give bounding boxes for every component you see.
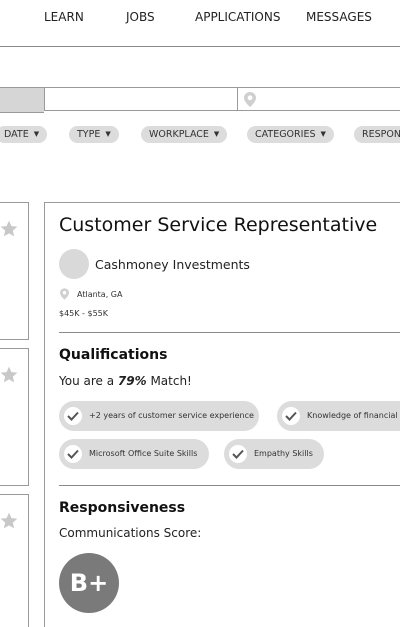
- filter-responsiveness-label: RESPON: [362, 129, 400, 140]
- skill-label: Knowledge of financial m: [307, 411, 400, 420]
- company-logo: [59, 249, 89, 279]
- skill-label: Microsoft Office Suite Skills: [89, 449, 198, 458]
- nav-applications[interactable]: APPLICATIONS: [195, 10, 280, 24]
- filter-categories[interactable]: CATEGORIES ▼: [247, 126, 334, 143]
- communications-grade-badge: B+: [59, 553, 119, 613]
- nav-messages[interactable]: MESSAGES: [306, 10, 372, 24]
- job-location: Atlanta, GA: [77, 290, 123, 299]
- chevron-down-icon: ▼: [105, 130, 111, 138]
- nav-learn[interactable]: LEARN: [44, 10, 84, 24]
- skill-chip: +2 years of customer service experience: [59, 401, 259, 431]
- match-suffix: Match!: [146, 374, 192, 388]
- filter-categories-label: CATEGORIES: [255, 129, 316, 140]
- star-icon[interactable]: [0, 365, 19, 385]
- qualifications-title: Qualifications: [59, 347, 168, 363]
- check-icon: [64, 445, 82, 463]
- filter-date-label: DATE: [4, 129, 29, 140]
- filter-date[interactable]: DATE ▼: [0, 126, 48, 143]
- filter-type-label: TYPE: [77, 129, 101, 140]
- filter-responsiveness[interactable]: RESPON: [354, 126, 400, 143]
- skill-chip: Microsoft Office Suite Skills: [59, 439, 209, 469]
- job-salary: $45K - $55K: [59, 309, 109, 318]
- skill-chip: Empathy Skills: [224, 439, 324, 469]
- nav-jobs[interactable]: JOBS: [126, 10, 155, 24]
- match-prefix: You are a: [59, 374, 118, 388]
- skill-label: Empathy Skills: [254, 449, 313, 458]
- nav-divider: [0, 46, 400, 47]
- chevron-down-icon: ▼: [33, 130, 40, 138]
- chevron-down-icon: ▼: [320, 130, 326, 138]
- skill-chip: Knowledge of financial m: [277, 401, 400, 431]
- check-icon: [229, 445, 247, 463]
- location-pin-icon: [60, 288, 69, 300]
- chevron-down-icon: ▼: [213, 130, 220, 138]
- match-value: 79%: [117, 374, 147, 388]
- filter-workplace[interactable]: WORKPLACE ▼: [141, 126, 228, 143]
- section-divider: [59, 332, 400, 333]
- star-icon[interactable]: [0, 511, 19, 531]
- job-card[interactable]: [0, 202, 29, 340]
- check-icon: [64, 407, 82, 425]
- company-name[interactable]: Cashmoney Investments: [95, 257, 250, 272]
- match-text: You are a 79% Match!: [59, 374, 192, 388]
- search-input[interactable]: [44, 87, 238, 111]
- job-card[interactable]: [0, 348, 29, 486]
- job-card[interactable]: [0, 494, 29, 627]
- responsiveness-title: Responsiveness: [59, 500, 186, 516]
- star-icon[interactable]: [0, 219, 19, 239]
- check-icon: [282, 407, 300, 425]
- section-divider: [59, 485, 400, 486]
- filter-workplace-label: WORKPLACE: [149, 129, 209, 140]
- skill-label: +2 years of customer service experience: [89, 411, 254, 420]
- communications-score-label: Communications Score:: [59, 526, 202, 540]
- location-input[interactable]: [238, 87, 400, 111]
- search-button[interactable]: [0, 87, 44, 113]
- filter-type[interactable]: TYPE ▼: [69, 126, 119, 143]
- location-pin-icon: [244, 92, 256, 107]
- job-title: Customer Service Representative: [59, 214, 378, 236]
